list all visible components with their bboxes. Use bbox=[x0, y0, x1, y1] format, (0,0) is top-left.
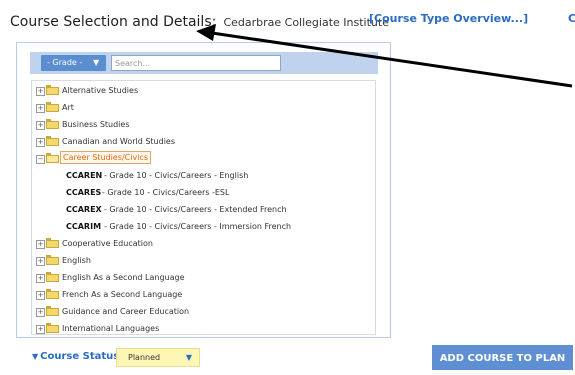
annotation-arrow-icon bbox=[196, 24, 573, 88]
